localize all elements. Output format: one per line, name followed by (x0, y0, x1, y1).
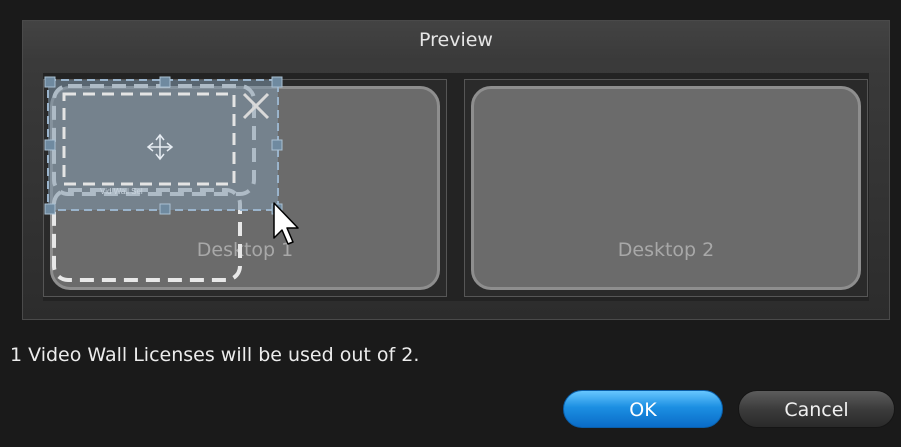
overlay-caption: Vid Wall Sel (100, 187, 143, 196)
video-wall-dialog: Preview Desktop 1 Desktop 2 Vid Wall Sel… (0, 0, 901, 447)
resize-handle-icon[interactable] (159, 76, 171, 88)
resize-handle-icon[interactable] (271, 139, 283, 151)
desktop-card-2[interactable]: Desktop 2 (471, 86, 861, 290)
selection-box[interactable] (47, 79, 279, 211)
desktop-label-2: Desktop 2 (617, 239, 715, 261)
resize-handle-icon[interactable] (44, 203, 56, 215)
resize-handle-icon[interactable] (44, 76, 56, 88)
resize-handle-icon[interactable] (44, 139, 56, 151)
ok-button[interactable]: OK (563, 390, 723, 428)
license-usage-message: 1 Video Wall Licenses will be used out o… (10, 344, 420, 366)
video-wall-selection[interactable]: Vid Wall Sel (47, 79, 279, 211)
preview-title: Preview (419, 29, 493, 51)
cancel-button[interactable]: Cancel (738, 390, 895, 428)
desktop-label-1: Desktop 1 (196, 239, 294, 261)
resize-handle-icon[interactable] (271, 76, 283, 88)
resize-handle-icon[interactable] (159, 203, 171, 215)
desktop-slot-2[interactable]: Desktop 2 (464, 79, 868, 297)
resize-handle-icon[interactable] (271, 203, 283, 215)
